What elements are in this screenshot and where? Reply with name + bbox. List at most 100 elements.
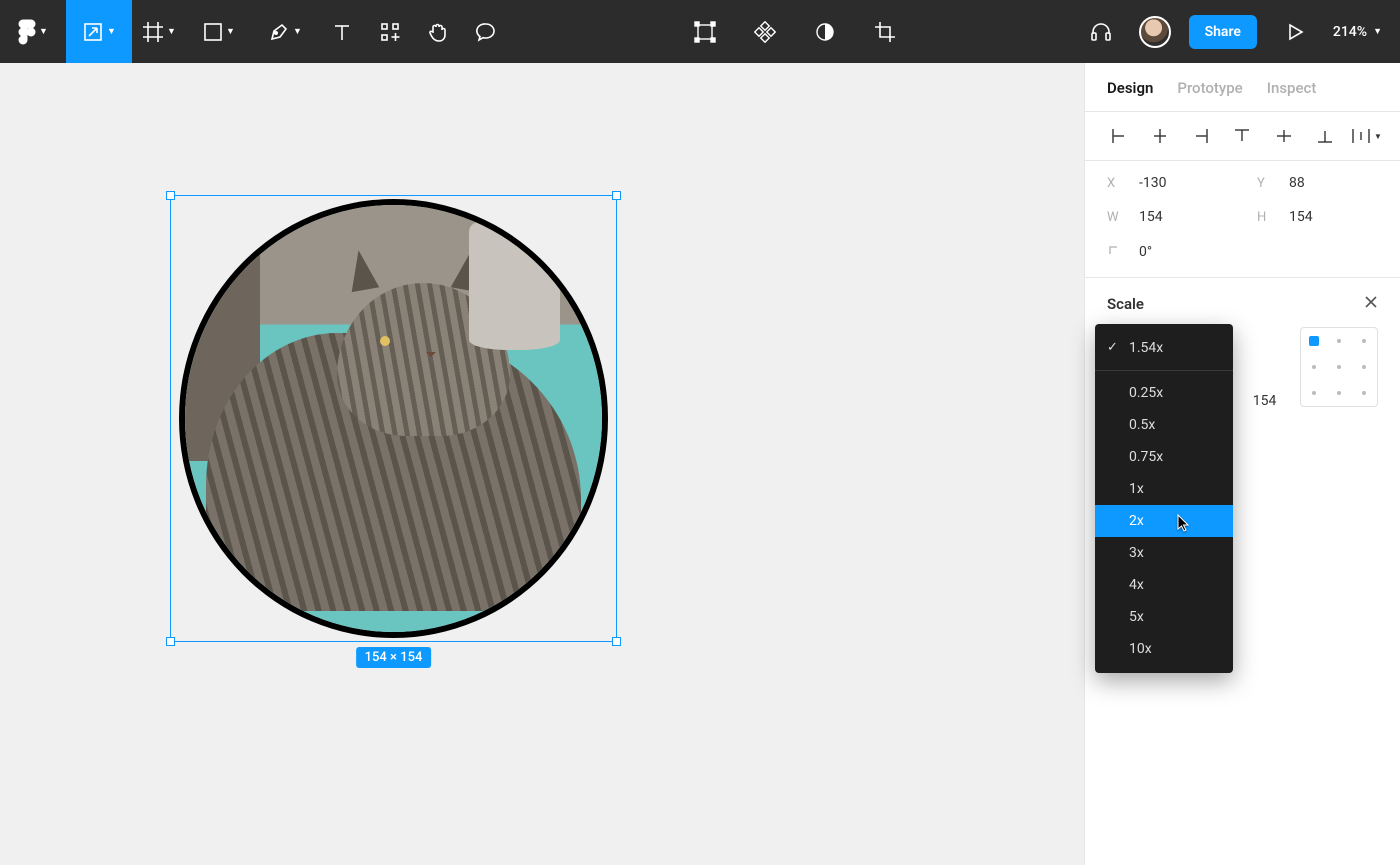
crop-button[interactable] (865, 0, 905, 63)
mask-button[interactable] (805, 0, 845, 63)
align-hcenter-button[interactable] (1142, 122, 1178, 150)
w-value: 154 (1139, 209, 1163, 225)
frame-tool-button[interactable]: ▼ (132, 0, 186, 63)
mask-icon (814, 21, 836, 43)
close-scale-button[interactable] (1364, 294, 1378, 313)
align-left-button[interactable] (1101, 122, 1137, 150)
headphones-icon (1089, 20, 1113, 44)
pen-tool-button[interactable]: ▼ (252, 0, 318, 63)
chevron-down-icon: ▼ (226, 26, 235, 37)
zoom-value: 214% (1333, 24, 1367, 40)
anchor-top-right[interactable] (1362, 339, 1366, 343)
main-menu-button[interactable]: ▼ (0, 0, 66, 63)
anchor-bottom-right[interactable] (1362, 391, 1366, 395)
resize-handle-tr[interactable] (612, 191, 621, 200)
canvas[interactable]: 154 × 154 (0, 63, 1084, 865)
h-field[interactable]: H 154 (1257, 209, 1367, 225)
present-button[interactable] (1275, 0, 1315, 63)
dimensions-badge: 154 × 154 (356, 647, 432, 668)
rotation-value: 0° (1139, 244, 1152, 260)
frame-icon (142, 21, 164, 43)
component-icon (754, 21, 776, 43)
anchor-bottom-center[interactable] (1337, 391, 1341, 395)
h-value: 154 (1289, 209, 1313, 225)
resize-handle-br[interactable] (612, 637, 621, 646)
anchor-top-left[interactable] (1309, 336, 1319, 346)
comment-tool-button[interactable] (462, 0, 510, 63)
hand-icon (427, 21, 449, 43)
anchor-middle-right[interactable] (1362, 365, 1366, 369)
anchor-top-center[interactable] (1337, 339, 1341, 343)
scale-option[interactable]: 1x (1095, 473, 1233, 505)
tab-prototype[interactable]: Prototype (1177, 79, 1242, 97)
scale-option[interactable]: 0.25x (1095, 377, 1233, 409)
toolbar-left-group: ▼ ▼ ▼ ▼ ▼ (0, 0, 510, 63)
anchor-bottom-left[interactable] (1312, 391, 1316, 395)
edit-object-button[interactable] (685, 0, 725, 63)
chevron-down-icon: ▼ (293, 26, 302, 37)
resources-icon (380, 22, 400, 42)
align-right-button[interactable] (1183, 122, 1219, 150)
right-panel: Design Prototype Inspect ▼ X -130 Y 88 (1084, 63, 1400, 865)
resize-handle-bl[interactable] (166, 637, 175, 646)
chevron-down-icon: ▼ (39, 26, 48, 37)
pen-icon (268, 21, 290, 43)
scale-option[interactable]: 10x (1095, 633, 1233, 665)
y-field[interactable]: Y 88 (1257, 175, 1367, 191)
panel-tabs: Design Prototype Inspect (1085, 63, 1400, 112)
alignment-row: ▼ (1085, 112, 1400, 161)
h-label: H (1257, 210, 1271, 225)
tab-inspect[interactable]: Inspect (1267, 79, 1317, 97)
scale-tool-icon (82, 21, 104, 43)
scale-option[interactable]: 3x (1095, 537, 1233, 569)
hand-tool-button[interactable] (414, 0, 462, 63)
shape-tool-button[interactable]: ▼ (186, 0, 252, 63)
w-field[interactable]: W 154 (1107, 209, 1217, 225)
audio-button[interactable] (1081, 0, 1121, 63)
edit-object-icon (694, 21, 716, 43)
text-tool-button[interactable] (318, 0, 366, 63)
tab-design[interactable]: Design (1107, 79, 1153, 97)
anchor-grid[interactable] (1300, 327, 1378, 407)
scale-title: Scale (1107, 295, 1144, 313)
scale-option-current[interactable]: 1.54x (1095, 332, 1233, 364)
share-button[interactable]: Share (1189, 15, 1257, 49)
rotation-icon (1107, 243, 1121, 261)
chevron-down-icon: ▼ (107, 26, 116, 37)
toolbar-center-group (510, 0, 1081, 63)
figma-logo-icon (18, 19, 36, 45)
scale-option[interactable]: 0.75x (1095, 441, 1233, 473)
w-label: W (1107, 210, 1121, 225)
scale-dimension-value[interactable]: 154 (1253, 327, 1277, 409)
resize-handle-tl[interactable] (166, 191, 175, 200)
y-value: 88 (1289, 175, 1305, 191)
comment-icon (475, 21, 497, 43)
distribute-button[interactable]: ▼ (1348, 122, 1384, 150)
create-component-button[interactable] (745, 0, 785, 63)
scale-section: Scale 154 (1085, 278, 1400, 425)
x-field[interactable]: X -130 (1107, 175, 1217, 191)
selection-box[interactable]: 154 × 154 (170, 195, 617, 642)
y-label: Y (1257, 176, 1271, 191)
anchor-middle-left[interactable] (1312, 365, 1316, 369)
align-top-button[interactable] (1224, 122, 1260, 150)
scale-option-highlighted[interactable]: 2x (1095, 505, 1233, 537)
scale-option[interactable]: 0.5x (1095, 409, 1233, 441)
close-icon (1364, 295, 1378, 309)
zoom-control[interactable]: 214% ▼ (1333, 24, 1382, 40)
geometry-section: X -130 Y 88 W 154 H 154 (1085, 161, 1400, 278)
align-bottom-button[interactable] (1307, 122, 1343, 150)
user-avatar[interactable] (1139, 16, 1171, 48)
selected-image[interactable] (179, 199, 608, 638)
x-value: -130 (1139, 175, 1166, 191)
rotation-field[interactable]: 0° (1107, 243, 1217, 261)
anchor-middle-center[interactable] (1337, 365, 1341, 369)
scale-option[interactable]: 5x (1095, 601, 1233, 633)
chevron-down-icon: ▼ (167, 26, 176, 37)
resources-button[interactable] (366, 0, 414, 63)
crop-icon (874, 21, 896, 43)
scale-dropdown[interactable]: 1.54x 0.25x 0.5x 0.75x 1x 2x 3x 4x 5x 10… (1095, 324, 1233, 673)
align-vcenter-button[interactable] (1266, 122, 1302, 150)
scale-tool-button[interactable]: ▼ (66, 0, 132, 63)
scale-option[interactable]: 4x (1095, 569, 1233, 601)
